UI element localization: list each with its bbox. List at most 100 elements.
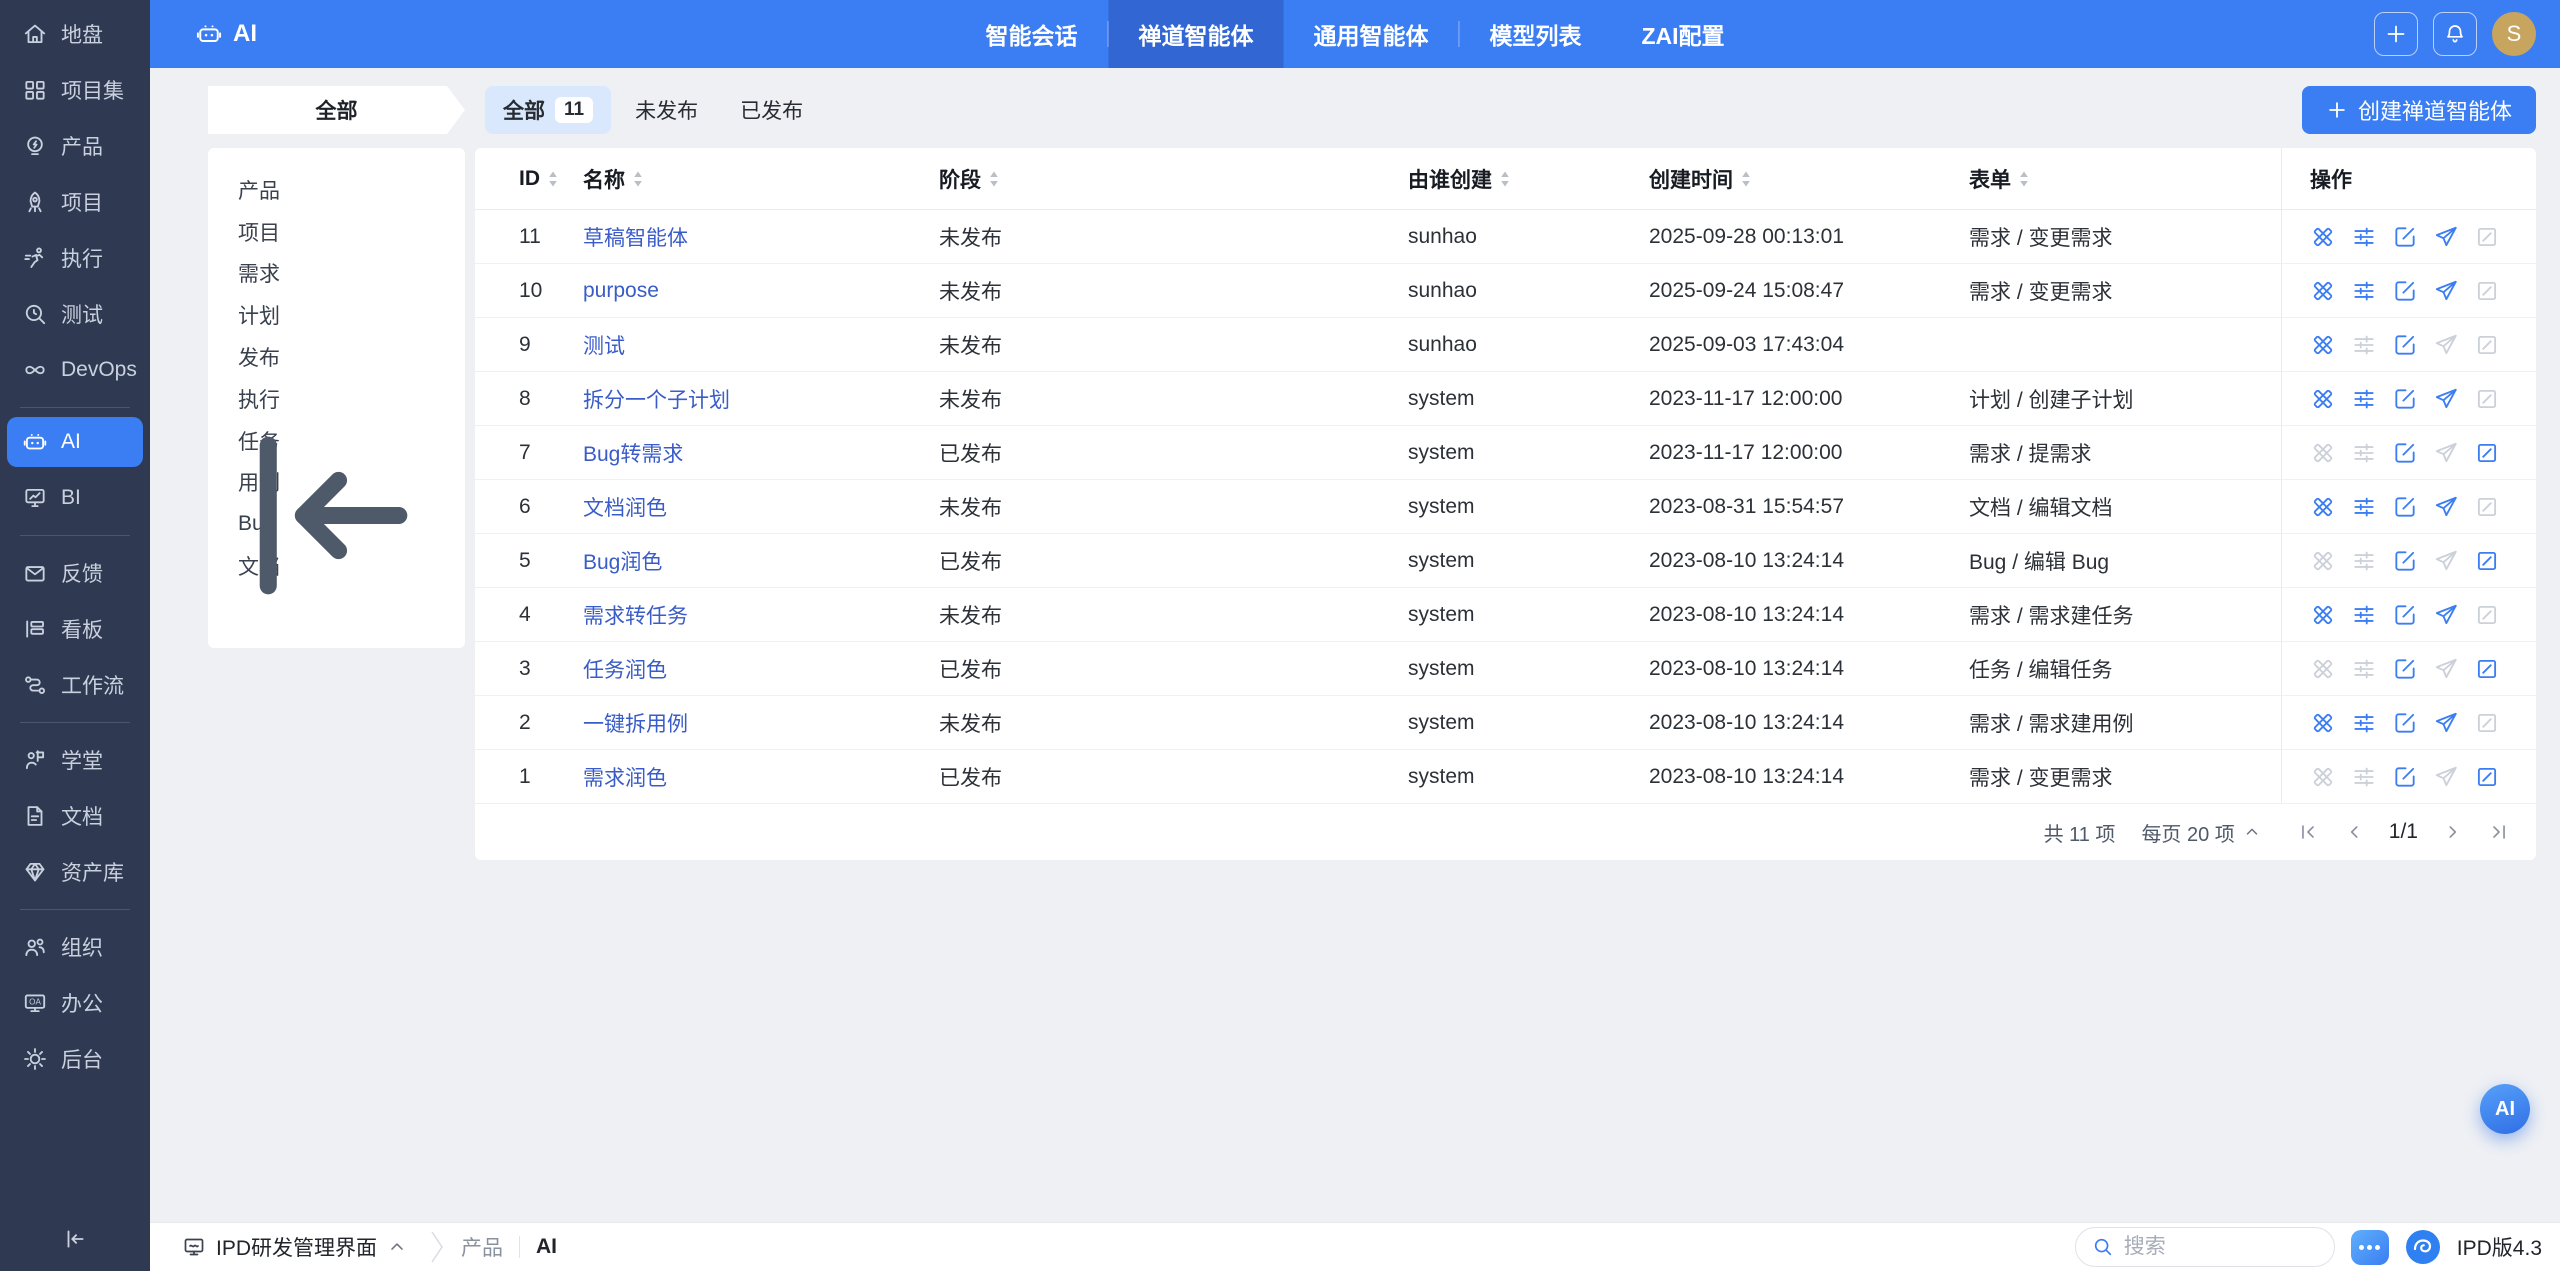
sidebar-collapse-button[interactable] [0, 1207, 150, 1271]
filter-item-0[interactable]: 产品 [238, 169, 465, 211]
filter-collapse-button[interactable] [208, 395, 449, 636]
send-icon[interactable] [2433, 278, 2459, 304]
edit-icon[interactable] [2392, 548, 2418, 574]
sidebar-item-home[interactable]: 地盘 [0, 6, 150, 62]
agent-name-link[interactable]: Bug润色 [583, 551, 662, 574]
sidebar-item-tutorial[interactable]: 学堂 [0, 732, 150, 788]
sidebar-item-program[interactable]: 项目集 [0, 62, 150, 118]
sliders-icon[interactable] [2351, 710, 2377, 736]
sidebar-item-oa[interactable]: OA办公 [0, 975, 150, 1031]
column-header-1[interactable]: 名称 [560, 148, 930, 209]
send-icon[interactable] [2433, 710, 2459, 736]
sidebar-item-doc[interactable]: 文档 [0, 788, 150, 844]
filter-item-4[interactable]: 发布 [238, 336, 465, 378]
column-header-3[interactable]: 由谁创建 [1405, 148, 1645, 209]
create-agent-button[interactable]: 创建禅道智能体 [2302, 86, 2536, 134]
nav-tab-2[interactable]: 通用智能体 [1283, 0, 1458, 68]
ai-assistant-fab[interactable]: AI [2480, 1084, 2530, 1134]
design-icon[interactable] [2310, 332, 2336, 358]
sidebar-item-project[interactable]: 项目 [0, 174, 150, 230]
agent-name-link[interactable]: 需求转任务 [583, 605, 688, 628]
sidebar-item-workflow[interactable]: 工作流 [0, 657, 150, 713]
first-page-button[interactable] [2297, 821, 2319, 843]
edit-icon[interactable] [2392, 386, 2418, 412]
prev-page-button[interactable] [2343, 821, 2365, 843]
agent-name-link[interactable]: 文档润色 [583, 497, 667, 520]
sidebar-item-devops[interactable]: DevOps [0, 342, 150, 398]
chat-button[interactable] [2351, 1230, 2389, 1265]
unpublish-icon[interactable] [2474, 656, 2500, 682]
scope-selector[interactable]: 全部 [208, 86, 465, 134]
edit-icon[interactable] [2392, 656, 2418, 682]
sliders-icon[interactable] [2351, 386, 2377, 412]
design-icon[interactable] [2310, 494, 2336, 520]
agent-name-link[interactable]: 草稿智能体 [583, 227, 688, 250]
edit-icon[interactable] [2392, 332, 2418, 358]
unpublish-icon [2474, 710, 2500, 736]
agent-name-link[interactable]: 测试 [583, 335, 625, 358]
sidebar-item-ai[interactable]: AI [7, 417, 143, 467]
agent-name-link[interactable]: 一键拆用例 [583, 713, 688, 736]
design-icon[interactable] [2310, 278, 2336, 304]
edit-icon[interactable] [2392, 224, 2418, 250]
per-page-selector[interactable]: 每页 20 项 [2141, 818, 2260, 847]
edit-icon[interactable] [2392, 764, 2418, 790]
filter-item-1[interactable]: 项目 [238, 211, 465, 253]
notification-button[interactable] [2433, 12, 2477, 56]
unpublish-icon[interactable] [2474, 440, 2500, 466]
nav-tab-0[interactable]: 智能会话 [955, 0, 1107, 68]
edit-icon[interactable] [2392, 710, 2418, 736]
filter-item-3[interactable]: 计划 [238, 294, 465, 336]
nav-tab-1[interactable]: 禅道智能体 [1108, 0, 1283, 68]
agent-name-link[interactable]: Bug转需求 [583, 443, 683, 466]
status-tab-2[interactable]: 已发布 [722, 86, 821, 134]
sidebar-item-assets[interactable]: 资产库 [0, 844, 150, 900]
column-header-2[interactable]: 阶段 [930, 148, 1405, 209]
next-page-button[interactable] [2442, 821, 2464, 843]
sidebar-item-execution[interactable]: 执行 [0, 230, 150, 286]
status-tab-0[interactable]: 全部11 [485, 86, 611, 134]
send-icon[interactable] [2433, 224, 2459, 250]
send-icon[interactable] [2433, 386, 2459, 412]
sidebar-item-feedback[interactable]: 反馈 [0, 545, 150, 601]
sidebar-item-org[interactable]: 组织 [0, 919, 150, 975]
agent-name-link[interactable]: 任务润色 [583, 659, 667, 682]
app-switcher[interactable]: IPD研发管理界面 [182, 1232, 407, 1262]
column-header-4[interactable]: 创建时间 [1645, 148, 1965, 209]
nav-tab-4[interactable]: ZAI配置 [1611, 0, 1754, 68]
avatar[interactable]: S [2492, 12, 2536, 56]
send-icon[interactable] [2433, 494, 2459, 520]
unpublish-icon[interactable] [2474, 764, 2500, 790]
search-input[interactable] [2124, 1235, 2318, 1259]
edit-icon[interactable] [2392, 494, 2418, 520]
send-icon[interactable] [2433, 602, 2459, 628]
edit-icon[interactable] [2392, 278, 2418, 304]
sliders-icon[interactable] [2351, 224, 2377, 250]
breadcrumb-product[interactable]: 产品 [461, 1232, 503, 1262]
sidebar-item-kanban[interactable]: 看板 [0, 601, 150, 657]
sliders-icon[interactable] [2351, 602, 2377, 628]
column-header-0[interactable]: ID [475, 148, 560, 209]
edit-icon[interactable] [2392, 602, 2418, 628]
sidebar-item-product[interactable]: 产品 [0, 118, 150, 174]
status-tab-1[interactable]: 未发布 [617, 86, 716, 134]
sidebar-item-bi[interactable]: BI [0, 470, 150, 526]
agent-name-link[interactable]: purpose [583, 279, 659, 302]
edit-icon[interactable] [2392, 440, 2418, 466]
sidebar-item-admin[interactable]: 后台 [0, 1031, 150, 1087]
agent-name-link[interactable]: 需求润色 [583, 767, 667, 790]
design-icon[interactable] [2310, 710, 2336, 736]
filter-item-2[interactable]: 需求 [238, 253, 465, 295]
design-icon[interactable] [2310, 224, 2336, 250]
unpublish-icon[interactable] [2474, 548, 2500, 574]
sliders-icon[interactable] [2351, 494, 2377, 520]
design-icon[interactable] [2310, 602, 2336, 628]
agent-name-link[interactable]: 拆分一个子计划 [583, 389, 730, 412]
last-page-button[interactable] [2488, 821, 2510, 843]
sliders-icon[interactable] [2351, 278, 2377, 304]
column-header-5[interactable]: 表单 [1965, 148, 2281, 209]
design-icon[interactable] [2310, 386, 2336, 412]
sidebar-item-qa[interactable]: 测试 [0, 286, 150, 342]
nav-tab-3[interactable]: 模型列表 [1459, 0, 1611, 68]
add-button[interactable] [2374, 12, 2418, 56]
